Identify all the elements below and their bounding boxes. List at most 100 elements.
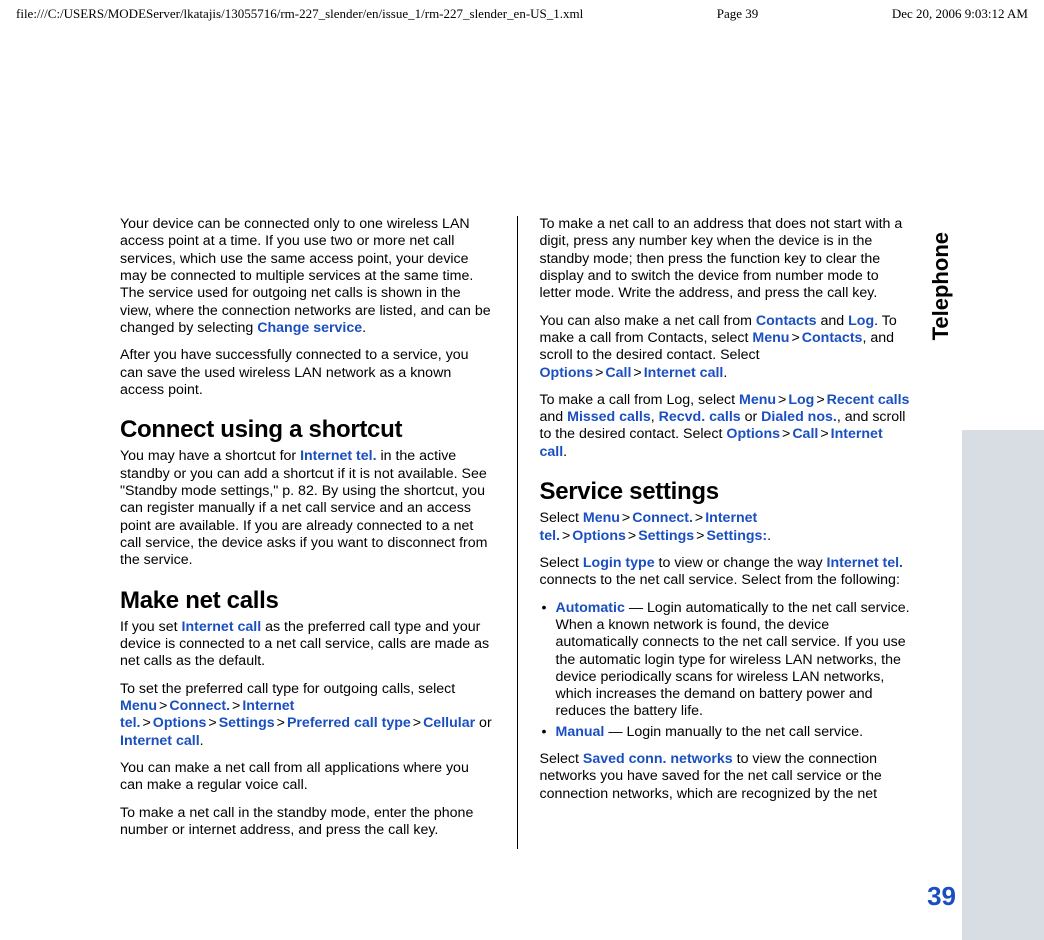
- ui-term: Recvd. calls: [659, 409, 741, 425]
- nav-separator: >: [626, 528, 638, 544]
- body-text: and: [817, 313, 849, 329]
- ui-term: Cellular: [423, 715, 475, 731]
- list-item: • Automatic — Login automatically to the…: [540, 600, 915, 721]
- paragraph: You may have a shortcut for Internet tel…: [120, 448, 495, 569]
- ui-term: Preferred call type: [287, 715, 411, 731]
- body-text: To make a call from Log, select: [540, 392, 740, 408]
- columns: Your device can be connected only to one…: [120, 216, 914, 849]
- page-body: Your device can be connected only to one…: [0, 26, 1044, 849]
- print-header: file:///C:/USERS/MODEServer/lkatajis/130…: [0, 0, 1044, 26]
- nav-separator: >: [206, 715, 218, 731]
- ui-term: Options: [726, 426, 780, 442]
- ui-term: Menu: [739, 392, 776, 408]
- left-column: Your device can be connected only to one…: [120, 216, 495, 849]
- nav-separator: >: [560, 528, 572, 544]
- ui-term: Menu: [752, 330, 789, 346]
- body-text: Your device can be connected only to one…: [120, 216, 491, 336]
- ui-term: Contacts: [756, 313, 817, 329]
- ui-term: Missed calls: [567, 409, 651, 425]
- ui-term: Settings: [219, 715, 275, 731]
- ui-term: Contacts: [802, 330, 863, 346]
- nav-separator: >: [814, 392, 826, 408]
- ui-term: Login type: [583, 555, 655, 571]
- body-text: or: [741, 409, 762, 425]
- body-text: and: [540, 409, 568, 425]
- nav-separator: >: [141, 715, 153, 731]
- list-item: • Manual — Login manually to the net cal…: [540, 724, 915, 741]
- ui-term: Log: [788, 392, 814, 408]
- ui-term: Internet tel.: [827, 555, 903, 571]
- nav-separator: >: [694, 528, 706, 544]
- nav-separator: >: [157, 698, 169, 714]
- ui-term: Manual: [556, 724, 605, 740]
- paragraph: After you have successfully connected to…: [120, 347, 495, 399]
- body-text: .: [767, 528, 771, 544]
- ui-term: Change service: [257, 320, 362, 336]
- body-text: Select: [540, 510, 583, 526]
- nav-separator: >: [411, 715, 423, 731]
- nav-separator: >: [631, 365, 643, 381]
- ui-term: Connect.: [169, 698, 230, 714]
- body-text: to view or change the way: [655, 555, 827, 571]
- ui-term: Recent calls: [827, 392, 910, 408]
- paragraph: To set the preferred call type for outgo…: [120, 681, 495, 750]
- ui-term: Settings:: [706, 528, 767, 544]
- ui-term: Options: [153, 715, 207, 731]
- body-text: .: [563, 444, 567, 460]
- header-datetime: Dec 20, 2006 9:03:12 AM: [892, 6, 1028, 22]
- header-path: file:///C:/USERS/MODEServer/lkatajis/130…: [16, 6, 583, 22]
- ui-term: Menu: [583, 510, 620, 526]
- right-column: To make a net call to an address that do…: [540, 216, 915, 849]
- nav-separator: >: [776, 392, 788, 408]
- nav-separator: >: [230, 698, 242, 714]
- body-text: — Login manually to the net call service…: [604, 724, 863, 740]
- paragraph: Select Menu>Connect.>Internet tel.>Optio…: [540, 510, 915, 545]
- body-text: You can also make a net call from: [540, 313, 756, 329]
- heading: Service settings: [540, 477, 915, 506]
- body-text: .: [723, 365, 727, 381]
- nav-separator: >: [275, 715, 287, 731]
- list-text: Automatic — Login automatically to the n…: [556, 600, 915, 721]
- ui-term: Connect.: [632, 510, 693, 526]
- paragraph: Your device can be connected only to one…: [120, 216, 495, 337]
- page-number: 39: [927, 881, 956, 912]
- list-text: Manual — Login manually to the net call …: [556, 724, 915, 741]
- ui-term: Call: [605, 365, 631, 381]
- paragraph: You can also make a net call from Contac…: [540, 313, 915, 382]
- paragraph: To make a net call in the standby mode, …: [120, 805, 495, 840]
- ui-term: Options: [540, 365, 594, 381]
- nav-separator: >: [818, 426, 830, 442]
- paragraph: If you set Internet call as the preferre…: [120, 619, 495, 671]
- body-text: .: [362, 320, 366, 336]
- ui-term: Menu: [120, 698, 157, 714]
- ui-term: Settings: [638, 528, 694, 544]
- nav-separator: >: [693, 510, 705, 526]
- ui-term: Internet tel.: [300, 448, 376, 464]
- ui-term: Call: [792, 426, 818, 442]
- ui-term: Automatic: [556, 600, 625, 616]
- nav-separator: >: [780, 426, 792, 442]
- body-text: .: [200, 733, 204, 749]
- ui-term: Log: [848, 313, 874, 329]
- ui-term: Internet call: [182, 619, 262, 635]
- paragraph: To make a call from Log, select Menu>Log…: [540, 392, 915, 461]
- body-text: If you set: [120, 619, 182, 635]
- ui-term: Saved conn. networks: [583, 751, 733, 767]
- body-text: or: [475, 715, 492, 731]
- paragraph: Select Saved conn. networks to view the …: [540, 751, 915, 803]
- paragraph: Select Login type to view or change the …: [540, 555, 915, 590]
- body-text: ,: [651, 409, 659, 425]
- column-divider: [517, 216, 518, 849]
- heading: Connect using a shortcut: [120, 415, 495, 444]
- body-text: Select: [540, 555, 583, 571]
- ui-term: Internet call: [120, 733, 200, 749]
- ui-term: Internet call: [644, 365, 724, 381]
- bullet-icon: •: [540, 600, 556, 721]
- body-text: — Login automatically to the net call se…: [556, 600, 910, 720]
- body-text: To set the preferred call type for outgo…: [120, 681, 455, 697]
- body-text: You may have a shortcut for: [120, 448, 300, 464]
- nav-separator: >: [593, 365, 605, 381]
- nav-separator: >: [789, 330, 801, 346]
- ui-term: Options: [572, 528, 626, 544]
- bullet-icon: •: [540, 724, 556, 741]
